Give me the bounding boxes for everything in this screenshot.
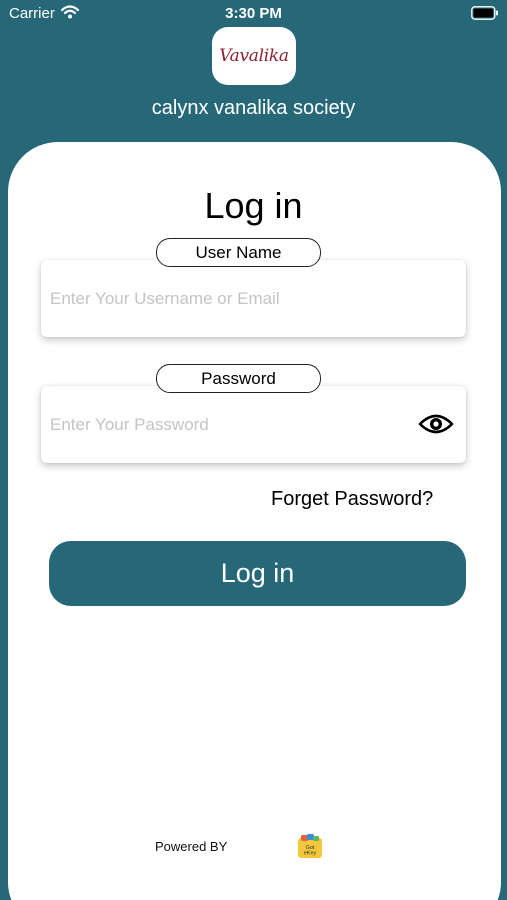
logo-wordmark: Vavalika <box>219 46 289 66</box>
battery-icon <box>471 6 498 20</box>
svg-text:eKey: eKey <box>304 851 317 857</box>
username-input[interactable] <box>50 260 410 337</box>
login-button[interactable]: Log in <box>49 541 466 606</box>
ekey-logo-icon: Got eKey <box>298 834 322 858</box>
powered-by-label: Powered BY <box>155 839 228 854</box>
society-name: calynx vanalika society <box>151 97 356 119</box>
password-label: Password <box>156 364 321 393</box>
password-field-container <box>41 386 466 463</box>
login-screen: Carrier 3:30 PM Vavalika calynx vanalika… <box>0 0 507 900</box>
username-label: User Name <box>156 238 321 267</box>
username-field-container <box>41 260 466 337</box>
page-title: Log in <box>204 185 303 226</box>
forgot-password-link[interactable]: Forget Password? <box>271 488 433 511</box>
society-logo: Vavalika <box>212 27 296 85</box>
clock: 3:30 PM <box>225 5 282 22</box>
status-bar: Carrier 3:30 PM <box>0 0 507 28</box>
eye-icon[interactable] <box>418 412 454 436</box>
password-input[interactable] <box>50 386 410 463</box>
